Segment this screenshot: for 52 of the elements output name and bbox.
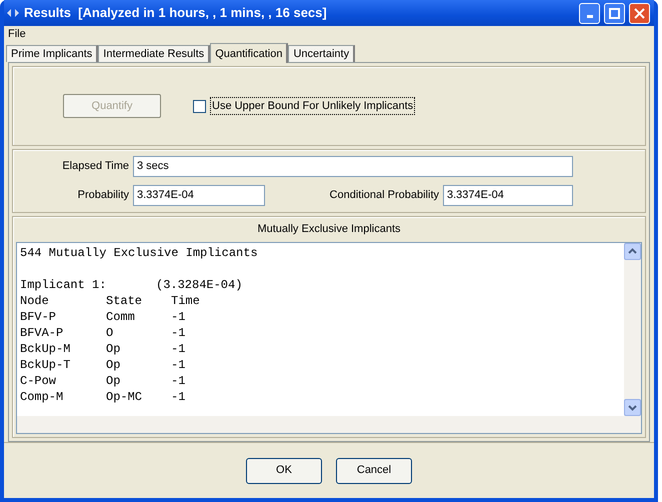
menu-item[interactable]: File [8, 26, 26, 42]
window-title: Results [Analyzed in 1 hours, , 1 mins, , 16 secs] [24, 4, 328, 22]
column-header: Time [171, 292, 201, 308]
listing-cell-text: Op [106, 372, 122, 388]
tab[interactable]: Prime Implicants [6, 45, 98, 62]
implicant-label: Implicant 1: [20, 276, 108, 292]
listing-cell-text: Comm [106, 308, 136, 324]
implicant-probability: (3.3284E-04) [156, 276, 242, 292]
listing-cell-text: BckUp-M [20, 340, 72, 356]
horizontal-scrollbar[interactable] [17, 416, 641, 433]
maximize-button[interactable] [604, 2, 625, 24]
tab[interactable]: Uncertainty [288, 45, 356, 62]
scroll-up-icon[interactable] [624, 242, 641, 260]
ok-button[interactable]: OK [246, 458, 322, 484]
listing-cell-text: BFV-P [20, 308, 58, 324]
minimize-button[interactable] [579, 2, 600, 24]
conditional-probability-field[interactable]: 3.3374E-04 [443, 185, 573, 206]
listing-cell-text: -1 [171, 340, 186, 356]
scroll-down-icon[interactable] [624, 399, 641, 416]
vertical-scrollbar[interactable] [624, 242, 641, 416]
field-label: Elapsed Time [61, 159, 130, 174]
cancel-button[interactable]: Cancel [336, 458, 412, 484]
checkbox-label: Use Upper Bound For Unlikely Implicants [210, 96, 416, 116]
checkbox[interactable] [193, 100, 206, 112]
probability-field[interactable]: 3.3374E-04 [133, 185, 265, 206]
listing-cell-text: Op [106, 340, 122, 356]
close-icon [634, 8, 645, 18]
listing-cell-text: C-Pow [20, 372, 58, 388]
listing-cell-text: O [106, 324, 114, 340]
tab[interactable]: Intermediate Results [98, 45, 210, 62]
group-title: Mutually Exclusive Implicants [257, 223, 401, 235]
close-button[interactable] [629, 2, 650, 24]
listing-cell-text: Comp-M [20, 388, 64, 404]
listing-cell-text: -1 [171, 308, 186, 324]
listing-cell-text: BFVA-P [20, 324, 64, 340]
listing-cell-text: -1 [171, 324, 186, 340]
maximize-icon [609, 8, 620, 18]
listing-cell-text: -1 [171, 372, 186, 388]
summary-text: 544 Mutually Exclusive Implicants [20, 244, 259, 260]
app-icon [6, 8, 20, 18]
listing-cell-text: -1 [171, 388, 186, 404]
listing-cell-text: -1 [171, 356, 186, 372]
tab[interactable]: Quantification [210, 43, 288, 63]
column-header: State [106, 292, 144, 308]
minimize-icon [586, 14, 592, 18]
elapsed-time-field[interactable]: 3 secs [133, 156, 573, 177]
field-label: Probability [76, 188, 130, 204]
column-header: Node [20, 292, 50, 308]
listing-cell-text: BckUp-T [20, 356, 72, 372]
listing-cell-text: Op-MC [106, 388, 144, 404]
field-label: Conditional Probability [328, 188, 440, 204]
listing-cell-text: Op [106, 356, 122, 372]
